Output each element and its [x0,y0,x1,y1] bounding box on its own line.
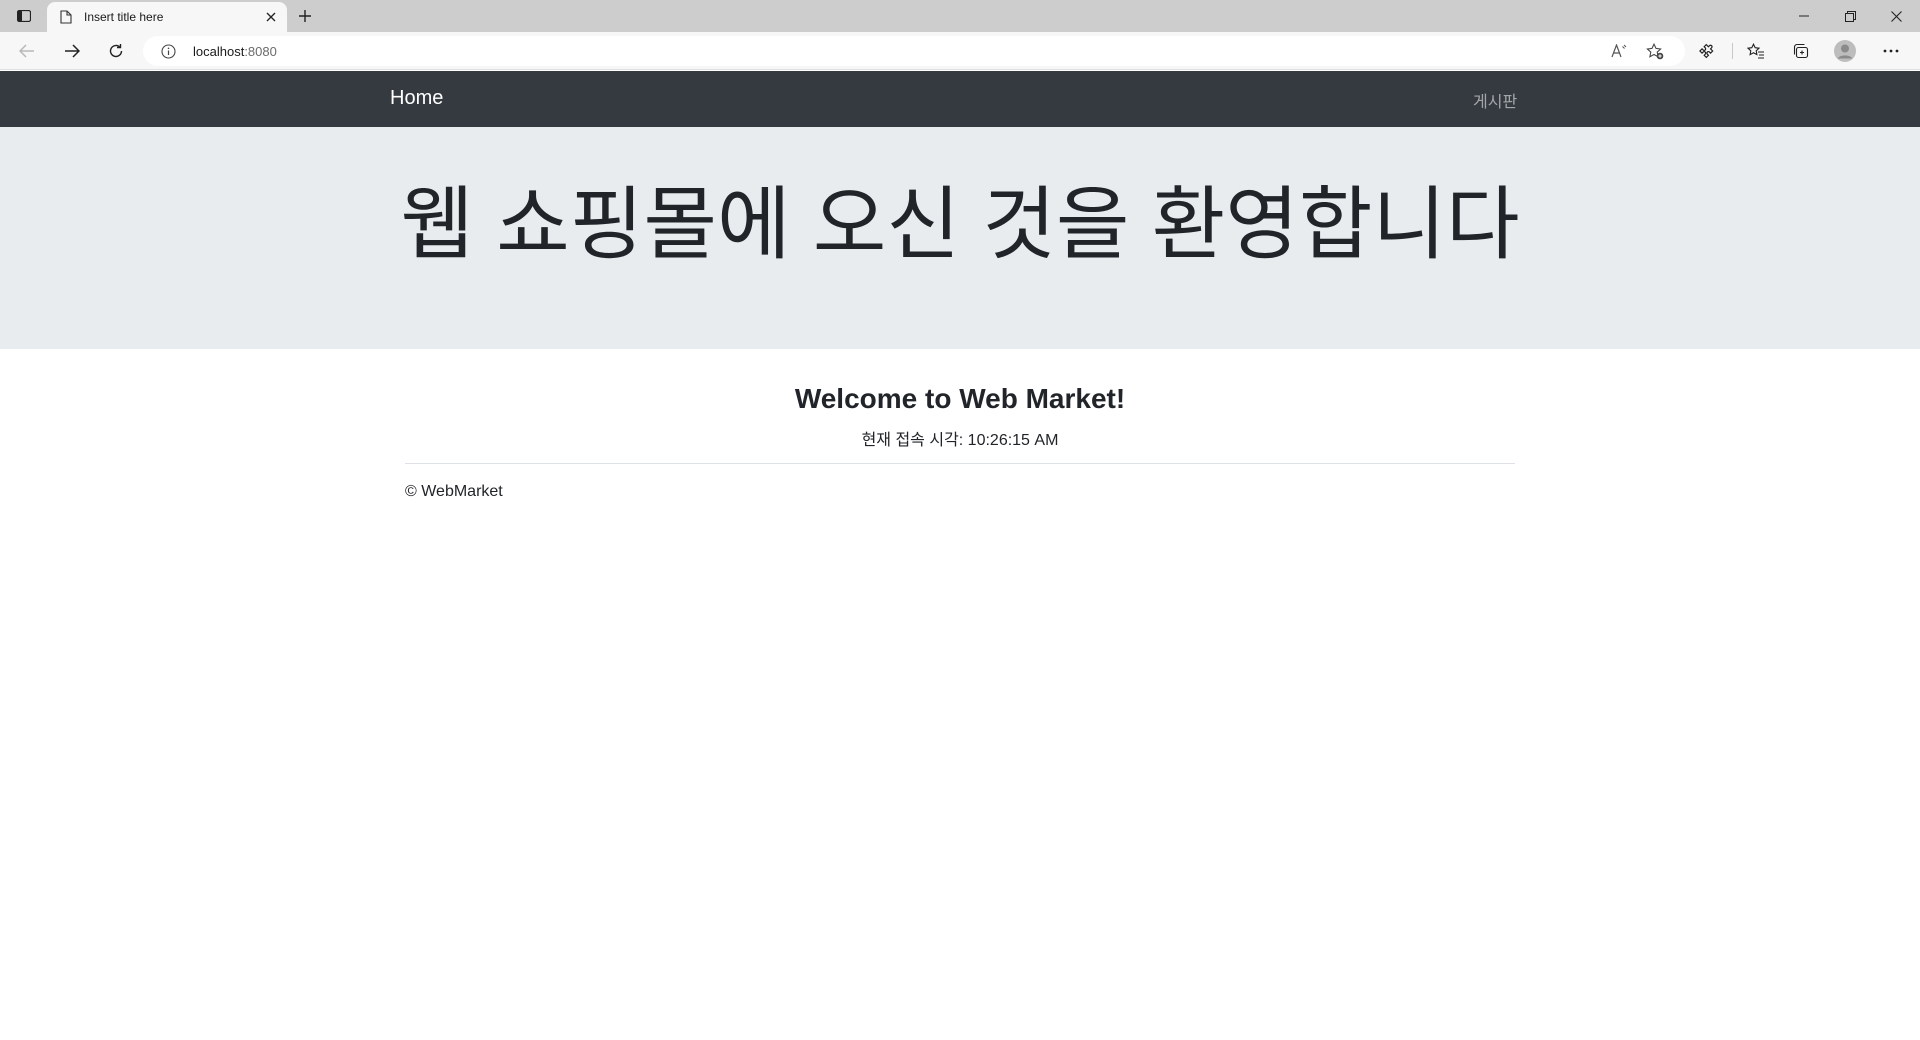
url-text[interactable]: localhost:8080 [193,44,277,59]
tab-actions-icon[interactable] [10,5,38,27]
divider [405,463,1515,464]
footer-text: © WebMarket [405,483,503,500]
back-button[interactable] [13,38,41,64]
toolbar-divider [1732,43,1733,59]
jumbotron: 웹 쇼핑몰에 오신 것을 환영합니다 [0,127,1920,349]
welcome-heading: Welcome to Web Market! [794,383,1126,414]
navbar: Home 게시판 [0,71,1920,127]
browser-toolbar: localhost:8080 [0,32,1920,70]
close-icon[interactable] [262,8,280,26]
tab-strip: Insert title here [0,0,1920,32]
arrow-left-icon [19,44,34,58]
minimize-icon [1799,15,1809,17]
page-icon [59,9,73,25]
info-icon[interactable] [160,43,176,59]
close-window-icon [1890,10,1902,22]
url-port: :8080 [244,44,277,59]
forward-button[interactable] [58,38,86,64]
home-link[interactable]: Home [390,87,443,110]
plus-icon [299,10,311,22]
collections-button[interactable] [1786,38,1814,64]
close-window-button[interactable] [1873,0,1919,32]
address-bar[interactable]: localhost:8080 [143,36,1685,66]
restore-button[interactable] [1827,0,1873,32]
new-tab-button[interactable] [293,5,317,27]
restore-icon [1844,10,1856,22]
read-aloud-icon[interactable] [1606,39,1632,63]
more-button[interactable] [1877,38,1905,64]
browser-tab[interactable]: Insert title here [47,2,287,32]
access-time: 현재 접속 시각: 10:26:15 AM [861,432,1059,449]
puzzle-icon [1699,43,1714,59]
url-host: localhost [193,44,245,59]
refresh-icon [109,44,123,58]
collections-icon [1793,43,1808,59]
minimize-button[interactable] [1781,0,1827,32]
favorites-button[interactable] [1742,38,1770,64]
refresh-button[interactable] [102,38,130,64]
extensions-button[interactable] [1693,38,1721,64]
more-icon [1883,49,1899,53]
hero-title: 웹 쇼핑몰에 오신 것을 환영합니다 [400,180,1520,269]
tab-title: Insert title here [84,10,164,24]
profile-button[interactable] [1831,38,1859,64]
arrow-right-icon [65,44,80,58]
star-add-icon[interactable] [1642,39,1668,63]
board-link[interactable]: 게시판 [1473,88,1517,112]
favorites-icon [1747,43,1764,59]
avatar-icon [1834,40,1856,62]
